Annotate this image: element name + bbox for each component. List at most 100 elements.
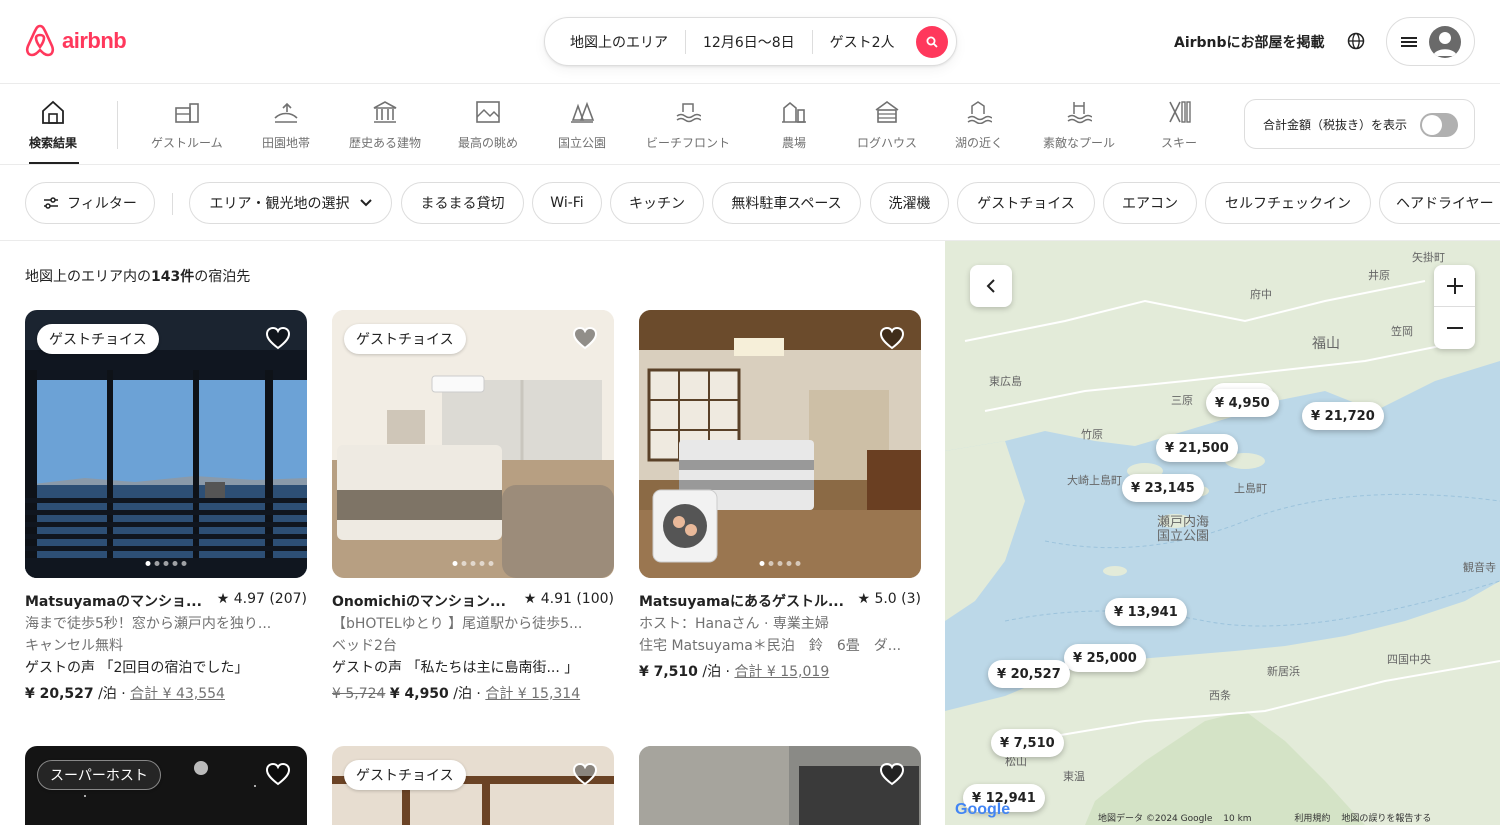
cabin-icon bbox=[875, 101, 899, 123]
airbnb-logo[interactable]: airbnb bbox=[24, 24, 127, 58]
map-price-pin[interactable]: ¥ 4,950 bbox=[1206, 389, 1279, 417]
zoom-in-button[interactable] bbox=[1434, 265, 1475, 307]
per-night: /泊 · bbox=[448, 686, 486, 702]
map-label: 上島町 bbox=[1234, 482, 1267, 495]
category-beachfront[interactable]: ビーチフロント bbox=[646, 97, 730, 151]
total-price-link[interactable]: 合計 ¥ 15,314 bbox=[485, 686, 580, 702]
listing-photo[interactable]: ゲストチョイス bbox=[332, 746, 614, 825]
map-data-credit: 地図データ ©2024 Google bbox=[1098, 814, 1213, 824]
category-historic[interactable]: 歴史ある建物 bbox=[349, 97, 421, 151]
results-count: 地図上のエリア内の143件の宿泊先 bbox=[25, 266, 250, 286]
chip-kitchen[interactable]: キッチン bbox=[610, 182, 704, 224]
heart-icon[interactable] bbox=[265, 326, 291, 350]
chip-entire-place[interactable]: まるまる貸切 bbox=[401, 182, 524, 224]
chip-label: 洗濯機 bbox=[888, 196, 931, 212]
chip-label: ヘアドライヤー bbox=[1396, 196, 1494, 212]
heart-icon[interactable] bbox=[572, 326, 598, 350]
category-label: 湖の近く bbox=[955, 136, 1004, 150]
listing-photo[interactable] bbox=[639, 746, 921, 825]
heart-icon[interactable] bbox=[572, 762, 598, 786]
category-farm[interactable]: 農場 bbox=[781, 97, 807, 151]
search-bar[interactable]: 地図上のエリア 12月6日〜8日 ゲスト2人 bbox=[544, 17, 957, 66]
search-results-icon bbox=[42, 100, 64, 124]
listing-photo[interactable]: スーパーホスト bbox=[25, 746, 307, 825]
heart-icon[interactable] bbox=[265, 762, 291, 786]
results-prefix: 地図上のエリア内の bbox=[25, 269, 151, 285]
category-cabin[interactable]: ログハウス bbox=[857, 97, 917, 151]
plus-icon bbox=[1446, 277, 1463, 294]
category-guest-room[interactable]: ゲストルーム bbox=[151, 97, 223, 151]
chip-hair-dryer[interactable]: ヘアドライヤー bbox=[1379, 182, 1500, 224]
map-panel[interactable]: 矢掛町 井原 府中 笠岡 福山 東広島 三原 竹原 大崎上島町 上島町 瀬戸内海… bbox=[945, 241, 1500, 825]
category-label: 農場 bbox=[781, 136, 806, 150]
airbnb-logo-icon bbox=[25, 24, 55, 57]
chevron-left-icon bbox=[986, 279, 995, 293]
category-label: ビーチフロント bbox=[646, 136, 731, 150]
category-pool[interactable]: 素敵なプール bbox=[1043, 97, 1115, 151]
category-lake[interactable]: 湖の近く bbox=[955, 97, 1003, 151]
listing-detail: キャンセル無料 bbox=[25, 638, 123, 654]
listing-card[interactable] bbox=[639, 746, 921, 825]
total-price-toggle-box[interactable]: 合計金額（税抜き）を表示 bbox=[1244, 99, 1475, 149]
superhost-badge: スーパーホスト bbox=[37, 760, 161, 790]
category-label: 検索結果 bbox=[29, 136, 78, 150]
map-price-pin[interactable]: ¥ 20,527 bbox=[988, 660, 1070, 688]
heart-icon[interactable] bbox=[879, 762, 905, 786]
zoom-out-button[interactable] bbox=[1434, 307, 1475, 349]
listing-card[interactable]: スーパーホスト bbox=[25, 746, 307, 825]
user-menu-button[interactable] bbox=[1386, 17, 1475, 66]
guest-favorite-badge: ゲストチョイス bbox=[37, 324, 159, 354]
category-bar: 検索結果 ゲストルーム 田園地帯 歴史ある建物 最高の眺め 国立公園 ビーチフロ… bbox=[0, 85, 1500, 165]
category-view[interactable]: 最高の眺め bbox=[458, 97, 518, 151]
search-when[interactable]: 12月6日〜8日 bbox=[686, 32, 812, 52]
listing-card[interactable]: ゲストチョイス bbox=[332, 746, 614, 825]
logo-text: airbnb bbox=[62, 28, 127, 53]
map-price-pin[interactable]: ¥ 23,145 bbox=[1122, 474, 1204, 502]
listing-card[interactable]: ゲストチョイス Matsuyamaのマンショ... ★ 4.97 (207) 海ま… bbox=[25, 310, 307, 703]
total-price-link[interactable]: 合計 ¥ 15,019 bbox=[734, 664, 829, 680]
total-price-toggle[interactable] bbox=[1420, 113, 1458, 137]
category-search-results[interactable]: 検索結果 bbox=[29, 97, 77, 151]
map-terms-link[interactable]: 利用規約 bbox=[1294, 814, 1330, 824]
map-price-pin[interactable]: ¥ 21,500 bbox=[1156, 434, 1238, 462]
listing-card[interactable]: ゲストチョイス Onomichiのマンション... ★ 4.91 (100) 【b… bbox=[332, 310, 614, 703]
chip-free-parking[interactable]: 無料駐車スペース bbox=[712, 182, 861, 224]
heart-icon[interactable] bbox=[879, 326, 905, 350]
area-select[interactable]: エリア・観光地の選択 bbox=[189, 182, 392, 224]
listing-photo[interactable]: ゲストチョイス bbox=[332, 310, 614, 578]
chip-self-checkin[interactable]: セルフチェックイン bbox=[1205, 182, 1371, 224]
map-price-pin[interactable]: ¥ 21,720 bbox=[1302, 402, 1384, 430]
map-price-pin[interactable]: ¥ 13,941 bbox=[1105, 598, 1187, 626]
search-button[interactable] bbox=[916, 26, 948, 58]
map-price-pin[interactable]: ¥ 7,510 bbox=[991, 729, 1064, 757]
chip-wifi[interactable]: Wi-Fi bbox=[532, 182, 602, 224]
category-countryside[interactable]: 田園地帯 bbox=[262, 97, 310, 151]
nightly-price: ¥ 4,950 bbox=[389, 686, 449, 702]
chip-aircon[interactable]: エアコン bbox=[1103, 182, 1197, 224]
category-national-park[interactable]: 国立公園 bbox=[558, 97, 606, 151]
listing-photo[interactable] bbox=[639, 310, 921, 578]
listing-photo[interactable]: ゲストチョイス bbox=[25, 310, 307, 578]
globe-icon[interactable] bbox=[1346, 31, 1366, 51]
map-scale: 10 km bbox=[1223, 814, 1252, 824]
chip-washer[interactable]: 洗濯機 bbox=[870, 182, 949, 224]
map-report-link[interactable]: 地図の誤りを報告する bbox=[1341, 814, 1431, 824]
total-price-link[interactable]: 合計 ¥ 43,554 bbox=[130, 686, 225, 702]
avatar bbox=[1429, 25, 1461, 58]
listing-rating: ★ 4.91 (100) bbox=[523, 591, 614, 607]
google-logo[interactable]: Google bbox=[955, 801, 1010, 819]
collapse-map-button[interactable] bbox=[970, 265, 1012, 307]
chip-label: キッチン bbox=[629, 196, 685, 212]
search-who[interactable]: ゲスト2人 bbox=[813, 32, 912, 52]
map-price-pin[interactable]: ¥ 25,000 bbox=[1064, 644, 1146, 672]
listing-card[interactable]: Matsuyamaにあるゲストル... ★ 5.0 (3) ホスト：Hanaさん … bbox=[639, 310, 921, 681]
listing-rating: ★ 4.97 (207) bbox=[216, 591, 307, 607]
category-ski[interactable]: スキー bbox=[1161, 97, 1197, 151]
map-label: 府中 bbox=[1250, 288, 1272, 301]
filter-button[interactable]: フィルター bbox=[25, 182, 155, 224]
active-underline bbox=[29, 162, 79, 164]
listing-photo-image bbox=[639, 310, 921, 578]
chip-guest-favorite[interactable]: ゲストチョイス bbox=[957, 182, 1095, 224]
search-where[interactable]: 地図上のエリア bbox=[553, 32, 685, 52]
host-link[interactable]: Airbnbにお部屋を掲載 bbox=[1174, 32, 1325, 52]
